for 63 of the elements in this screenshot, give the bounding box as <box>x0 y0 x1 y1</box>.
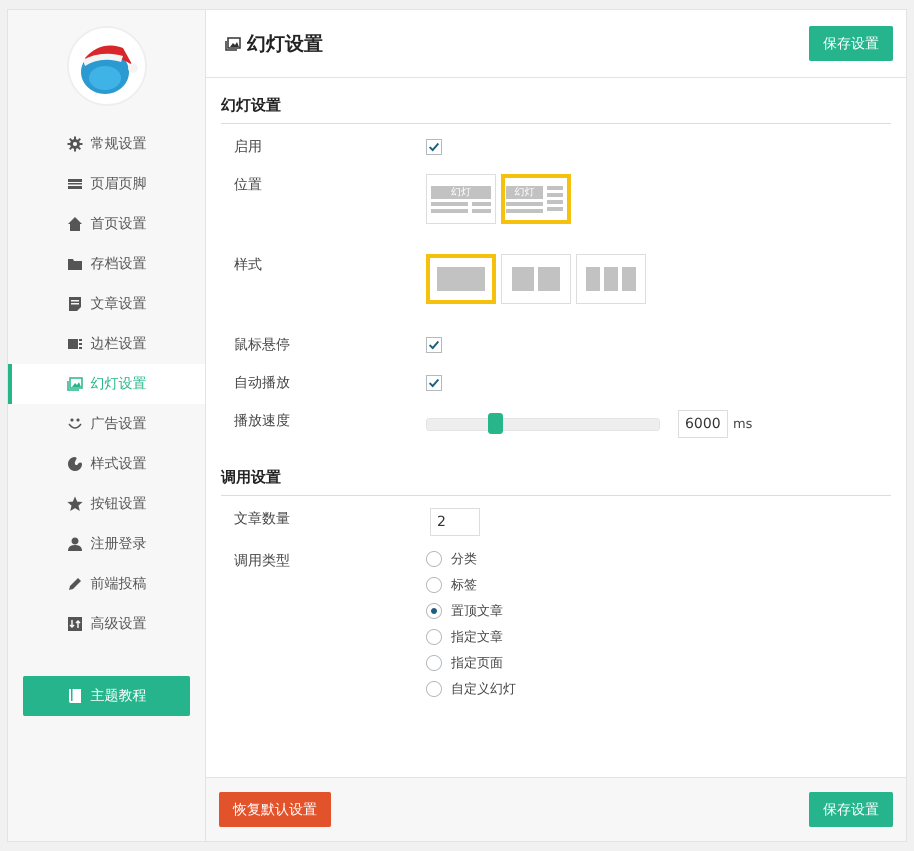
page-title: 幻灯设置 <box>247 32 323 56</box>
sidebar-item[interactable]: 文章设置 <box>8 284 205 324</box>
checkbox[interactable] <box>426 139 442 155</box>
count-field[interactable]: 2 <box>430 508 480 536</box>
home-icon <box>66 216 82 232</box>
slide-caption: 幻灯 <box>431 186 491 198</box>
slide-caption: 幻灯 <box>506 186 543 198</box>
sidebar-item[interactable]: 页眉页脚 <box>8 164 205 204</box>
setting-label: 播放速度 <box>233 412 291 431</box>
radio-label[interactable]: 置顶文章 <box>451 602 503 620</box>
radio-button[interactable] <box>426 577 442 593</box>
checkbox[interactable] <box>426 337 442 353</box>
setting-label: 样式 <box>233 256 263 275</box>
sidebar-item[interactable]: 边栏设置 <box>8 324 205 364</box>
radio-label[interactable]: 自定义幻灯 <box>451 680 516 698</box>
setting-label: 鼠标悬停 <box>233 336 291 355</box>
slider-handle[interactable] <box>488 412 503 434</box>
reset-button[interactable]: 恢复默认设置 <box>219 792 331 827</box>
document-icon <box>66 296 82 312</box>
style-option[interactable] <box>501 254 571 304</box>
images-icon <box>66 376 82 392</box>
palette-icon <box>66 456 82 472</box>
sidebar-item[interactable]: 存档设置 <box>8 244 205 284</box>
radio-label[interactable]: 分类 <box>451 550 477 568</box>
radio-button[interactable] <box>426 681 442 697</box>
style-option[interactable] <box>576 254 646 304</box>
setting-label: 位置 <box>233 176 263 195</box>
sidebar-layout-icon <box>66 336 82 352</box>
sort-icon <box>66 616 82 632</box>
radio-label[interactable]: 指定文章 <box>451 628 503 646</box>
sidebar-item[interactable]: 高级设置 <box>8 604 205 644</box>
avatar-icon <box>66 26 146 106</box>
checkbox[interactable] <box>426 375 442 391</box>
images-icon <box>225 36 241 52</box>
sidebar-item[interactable]: 首页设置 <box>8 204 205 244</box>
sidebar-item[interactable]: 常规设置 <box>8 124 205 164</box>
book-icon <box>66 688 82 704</box>
radio-button[interactable] <box>426 655 442 671</box>
header-footer-icon <box>66 176 82 192</box>
section-heading: 调用设置 <box>221 462 891 496</box>
sidebar-item[interactable]: 按钮设置 <box>8 484 205 524</box>
unit-label: ms <box>733 416 752 432</box>
folder-icon <box>66 256 82 272</box>
radio-button[interactable] <box>426 551 442 567</box>
radio-label[interactable]: 指定页面 <box>451 654 503 672</box>
style-option[interactable] <box>426 254 496 304</box>
star-icon <box>66 496 82 512</box>
radio-label[interactable]: 标签 <box>451 576 477 594</box>
sidebar-item[interactable]: 注册登录 <box>8 524 205 564</box>
radio-button[interactable] <box>426 603 442 619</box>
gear-icon <box>66 136 82 152</box>
pencil-icon <box>66 576 82 592</box>
user-icon <box>66 536 82 552</box>
sidebar-item[interactable]: 前端投稿 <box>8 564 205 604</box>
radio-button[interactable] <box>426 629 442 645</box>
section-heading: 幻灯设置 <box>221 90 891 124</box>
setting-label: 自动播放 <box>233 374 291 393</box>
setting-label: 调用类型 <box>233 552 291 571</box>
sidebar-item[interactable]: 广告设置 <box>8 404 205 444</box>
speed-field[interactable]: 6000 <box>678 410 728 438</box>
sidebar-item[interactable]: 样式设置 <box>8 444 205 484</box>
setting-label: 启用 <box>233 138 263 157</box>
setting-label: 文章数量 <box>233 510 291 529</box>
